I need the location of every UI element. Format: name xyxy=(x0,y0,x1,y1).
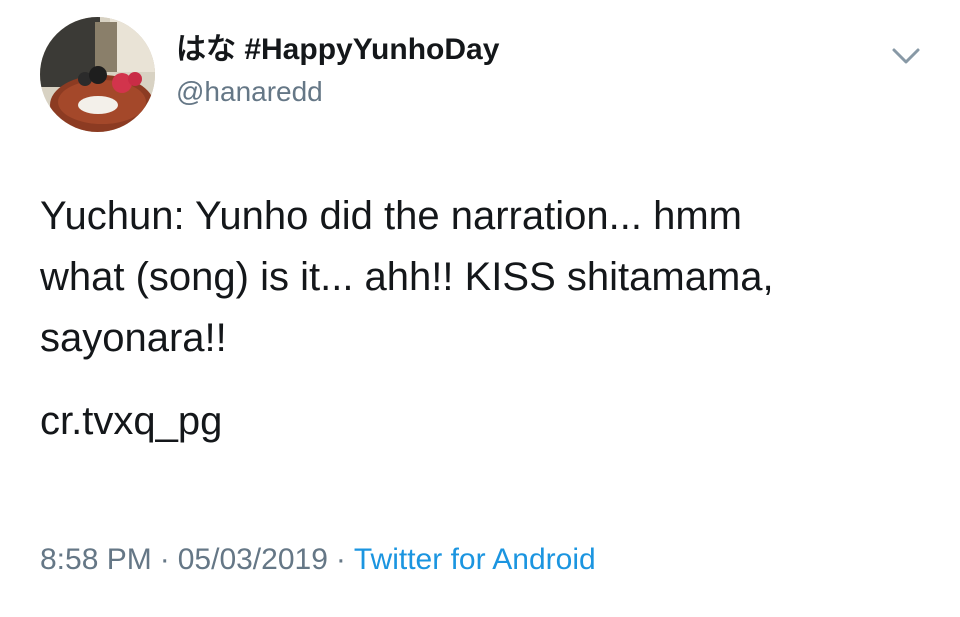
profile-photo-icon xyxy=(40,17,155,132)
tweet-date[interactable]: 05/03/2019 xyxy=(178,543,328,576)
tweet-text-line: sayonara!! xyxy=(40,316,227,360)
tweet-menu-button[interactable] xyxy=(888,44,924,68)
tweet-card: はな #HappyYunhoDay @hanaredd Yuchun: Yunh… xyxy=(0,0,960,617)
display-name[interactable]: はな #HappyYunhoDay xyxy=(176,30,499,70)
tweet-meta: 8:58 PM · 05/03/2019 · Twitter for Android xyxy=(40,540,596,580)
meta-separator: · xyxy=(159,543,170,576)
tweet-text-line: what (song) is it... ahh!! KISS shitamam… xyxy=(40,255,774,299)
tweet-text-line: Yuchun: Yunho did the narration... hmm xyxy=(40,194,742,238)
avatar[interactable] xyxy=(40,17,155,132)
tweet-source-link[interactable]: Twitter for Android xyxy=(354,543,596,576)
chevron-down-icon xyxy=(892,48,920,64)
tweet-time[interactable]: 8:58 PM xyxy=(40,543,152,576)
tweet-text: Yuchun: Yunho did the narration... hmm w… xyxy=(40,186,930,452)
user-handle[interactable]: @hanaredd xyxy=(176,74,499,110)
tweet-credit: cr.tvxq_pg xyxy=(40,399,223,443)
author-info: はな #HappyYunhoDay @hanaredd xyxy=(176,30,499,110)
meta-separator: · xyxy=(335,543,346,576)
